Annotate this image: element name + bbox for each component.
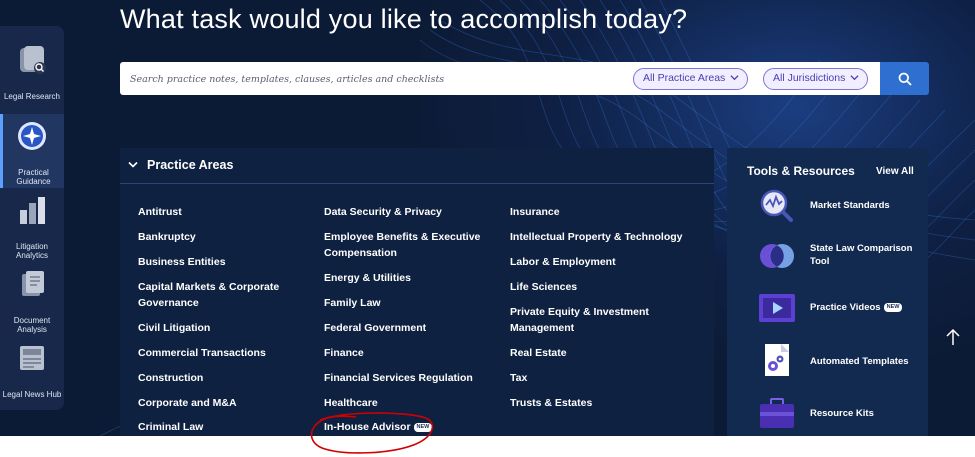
practice-areas-filter-dropdown[interactable]: All Practice Areas bbox=[633, 68, 749, 90]
sidebar-item-label: Legal News Hub bbox=[2, 390, 62, 399]
sidebar-item-label: Litigation Analytics bbox=[15, 242, 49, 260]
tool-practice-videos[interactable]: Practice Videos NEW bbox=[727, 288, 928, 328]
sidebar-item-label: Legal Research bbox=[3, 92, 61, 101]
chevron-down-icon bbox=[850, 75, 859, 81]
chevron-down-icon bbox=[730, 75, 739, 81]
tool-label: Market Standards bbox=[810, 200, 890, 211]
practice-area-link[interactable]: Tax bbox=[510, 370, 685, 386]
resource-kits-icon bbox=[760, 398, 794, 428]
practice-area-link[interactable]: Life Sciences bbox=[510, 279, 685, 295]
sidebar-item-document-analysis[interactable]: Document Analysis bbox=[0, 262, 64, 336]
practice-videos-icon bbox=[759, 294, 795, 322]
jurisdictions-filter-dropdown[interactable]: All Jurisdictions bbox=[763, 68, 869, 90]
tool-label-wrap: Practice Videos NEW bbox=[810, 301, 903, 314]
practice-area-link[interactable]: Real Estate bbox=[510, 345, 685, 361]
practice-area-link[interactable]: Construction bbox=[138, 370, 313, 386]
practice-area-link[interactable]: Antitrust bbox=[138, 204, 313, 220]
practice-area-link[interactable]: Corporate and M&A bbox=[138, 395, 313, 411]
practice-areas-filter-label: All Practice Areas bbox=[643, 72, 726, 84]
app-sidebar: Legal Research Practical Guidance Litiga… bbox=[0, 26, 64, 410]
practice-area-link[interactable]: Labor & Employment bbox=[510, 254, 685, 270]
practice-area-link[interactable]: Federal Government bbox=[324, 320, 499, 336]
sidebar-item-label: Document Analysis bbox=[13, 316, 51, 334]
search-icon bbox=[898, 72, 912, 86]
document-analysis-icon bbox=[22, 271, 44, 296]
practice-area-link[interactable]: Bankruptcy bbox=[138, 229, 313, 245]
automated-templates-icon bbox=[765, 344, 789, 376]
practice-area-link[interactable]: Business Entities bbox=[138, 254, 313, 270]
hero-banner: What task would you like to accomplish t… bbox=[0, 0, 975, 436]
practice-area-link[interactable]: Capital Markets & Corporate Governance bbox=[138, 279, 313, 311]
practice-areas-toggle[interactable]: Practice Areas bbox=[120, 148, 714, 184]
practice-area-link[interactable]: Finance bbox=[324, 345, 499, 361]
page-headline: What task would you like to accomplish t… bbox=[120, 4, 688, 34]
scroll-to-top-icon[interactable] bbox=[942, 327, 964, 349]
sidebar-item-practical-guidance[interactable]: Practical Guidance bbox=[0, 114, 64, 188]
sidebar-item-legal-news-hub[interactable]: Legal News Hub bbox=[0, 336, 64, 410]
search-bar: All Practice Areas All Jurisdictions bbox=[120, 62, 880, 95]
practice-area-link[interactable]: Trusts & Estates bbox=[510, 395, 685, 411]
practice-area-link[interactable]: Civil Litigation bbox=[138, 320, 313, 336]
practice-area-link[interactable]: Private Equity & Investment Management bbox=[510, 304, 685, 336]
litigation-analytics-icon bbox=[20, 197, 45, 224]
practice-area-link[interactable]: Healthcare bbox=[324, 395, 499, 411]
practice-area-link[interactable]: Data Security & Privacy bbox=[324, 204, 499, 220]
view-all-link[interactable]: View All bbox=[876, 166, 914, 177]
new-badge: NEW bbox=[883, 302, 903, 312]
practice-area-link[interactable]: Insurance bbox=[510, 204, 685, 220]
practice-area-link[interactable]: Intellectual Property & Technology bbox=[510, 229, 685, 245]
tool-resource-kits[interactable]: Resource Kits bbox=[727, 394, 928, 434]
legal-research-icon bbox=[20, 46, 46, 74]
tool-label: Practice Videos bbox=[810, 302, 881, 313]
chevron-down-icon bbox=[128, 161, 138, 168]
market-standards-icon bbox=[760, 189, 793, 222]
practice-area-link[interactable]: Family Law bbox=[324, 295, 499, 311]
search-input[interactable] bbox=[130, 70, 610, 88]
jurisdictions-filter-label: All Jurisdictions bbox=[773, 72, 846, 84]
tool-state-law-comparison[interactable]: State Law Comparison Tool bbox=[727, 236, 928, 276]
search-button[interactable] bbox=[880, 62, 929, 95]
practice-areas-panel: Practice Areas Antitrust Bankruptcy Busi… bbox=[120, 148, 714, 436]
red-circle-annotation bbox=[310, 412, 434, 454]
sidebar-item-legal-research[interactable]: Legal Research bbox=[0, 38, 64, 112]
practice-area-link[interactable]: Commercial Transactions bbox=[138, 345, 313, 361]
sidebar-item-label: Practical Guidance bbox=[16, 168, 51, 186]
tool-label: Automated Templates bbox=[810, 356, 909, 367]
tools-resources-panel: Tools & Resources View All Market Standa… bbox=[727, 148, 928, 436]
tool-market-standards[interactable]: Market Standards bbox=[727, 186, 928, 226]
state-law-comparison-icon bbox=[760, 244, 794, 268]
tool-label: State Law Comparison Tool bbox=[810, 243, 913, 267]
practice-areas-title: Practice Areas bbox=[147, 158, 234, 172]
tools-resources-title: Tools & Resources bbox=[747, 164, 855, 178]
practice-area-link[interactable]: Employee Benefits & Executive Compensati… bbox=[324, 229, 499, 261]
tool-label: Resource Kits bbox=[810, 408, 874, 419]
practice-area-link[interactable]: Energy & Utilities bbox=[324, 270, 499, 286]
practice-area-link[interactable]: Financial Services Regulation bbox=[324, 370, 499, 386]
practical-guidance-icon bbox=[18, 122, 46, 150]
tool-automated-templates[interactable]: Automated Templates bbox=[727, 342, 928, 382]
practice-area-link[interactable]: Criminal Law bbox=[138, 419, 313, 435]
sidebar-item-litigation-analytics[interactable]: Litigation Analytics bbox=[0, 188, 64, 262]
legal-news-hub-icon bbox=[20, 346, 44, 370]
